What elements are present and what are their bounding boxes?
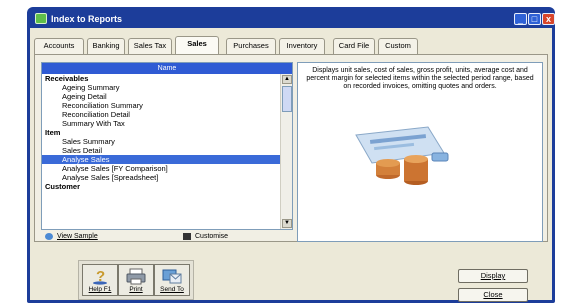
list-column-header[interactable]: Name — [42, 63, 292, 74]
close-window-button[interactable]: x — [542, 13, 555, 25]
index-to-reports-window: Index to Reports _ □ x Accounts Banking … — [27, 7, 555, 303]
view-sample-label: View Sample — [57, 233, 98, 240]
list-scrollbar[interactable]: ▲ ▼ — [280, 74, 292, 229]
help-question-icon: ? — [93, 268, 107, 285]
tab-sales[interactable]: Sales — [175, 36, 219, 54]
view-sample-icon — [45, 233, 53, 240]
report-description: Displays unit sales, cost of sales, gros… — [306, 67, 534, 90]
sales-illustration-icon — [355, 126, 449, 185]
report-list-items: Receivables Ageing Summary Ageing Detail Re… — [42, 74, 280, 229]
scroll-up-icon[interactable]: ▲ — [282, 75, 292, 84]
send-to-button[interactable]: Send To — [154, 264, 190, 296]
maximize-button[interactable]: □ — [528, 13, 541, 25]
window-client-area: Accounts Banking Sales Tax Sales Purchas… — [30, 28, 552, 302]
list-group-header[interactable]: Item — [42, 128, 280, 137]
help-label: Help F1 — [88, 286, 112, 293]
window-title: Index to Reports — [51, 14, 123, 24]
list-item[interactable]: Analyse Sales [Spreadsheet] — [42, 173, 280, 182]
customise-label: Customise — [195, 233, 229, 240]
minimize-button[interactable]: _ — [514, 13, 527, 25]
send-to-icon — [162, 269, 182, 284]
scroll-thumb[interactable] — [282, 86, 292, 112]
list-item[interactable]: Reconciliation Summary — [42, 101, 280, 110]
title-bar[interactable]: Index to Reports _ □ x — [30, 10, 555, 28]
list-item[interactable]: Reconciliation Detail — [42, 110, 280, 119]
list-item[interactable]: Sales Detail — [42, 146, 280, 155]
list-item[interactable]: Analyse Sales — [42, 155, 280, 164]
list-item[interactable]: Summary With Tax — [42, 119, 280, 128]
tab-panel: Name Receivables Ageing Summary Ageing Det… — [34, 54, 548, 242]
customise-button[interactable]: Customise — [183, 231, 228, 242]
scroll-down-icon[interactable]: ▼ — [282, 219, 292, 228]
display-button[interactable]: Display — [458, 269, 528, 283]
close-button[interactable]: Close — [458, 288, 528, 302]
list-group-header[interactable]: Customer — [42, 182, 280, 191]
help-button[interactable]: ? Help F1 — [82, 264, 118, 296]
tab-accounts[interactable]: Accounts — [34, 38, 84, 54]
print-label: Print — [129, 286, 143, 293]
view-sample-button[interactable]: View Sample — [45, 231, 98, 242]
printer-icon — [126, 268, 146, 285]
report-list: Name Receivables Ageing Summary Ageing Det… — [41, 62, 293, 230]
tab-purchases[interactable]: Purchases — [226, 38, 276, 54]
list-item[interactable]: Ageing Summary — [42, 83, 280, 92]
print-button[interactable]: Print — [118, 264, 154, 296]
tab-inventory[interactable]: Inventory — [279, 38, 325, 54]
customise-icon — [183, 233, 191, 240]
list-action-buttons: View Sample Customise — [41, 231, 293, 242]
list-group-header[interactable]: Receivables — [42, 74, 280, 83]
list-item[interactable]: Sales Summary — [42, 137, 280, 146]
tab-banking[interactable]: Banking — [87, 38, 125, 54]
list-item[interactable]: Analyse Sales [FY Comparison] — [42, 164, 280, 173]
tab-custom[interactable]: Custom — [378, 38, 418, 54]
app-icon — [35, 13, 47, 24]
list-item[interactable]: Ageing Detail — [42, 92, 280, 101]
send-to-label: Send To — [160, 286, 184, 293]
report-description-panel: Displays unit sales, cost of sales, gros… — [297, 62, 543, 242]
tab-card-file[interactable]: Card File — [333, 38, 375, 54]
tab-sales-tax[interactable]: Sales Tax — [128, 38, 172, 54]
